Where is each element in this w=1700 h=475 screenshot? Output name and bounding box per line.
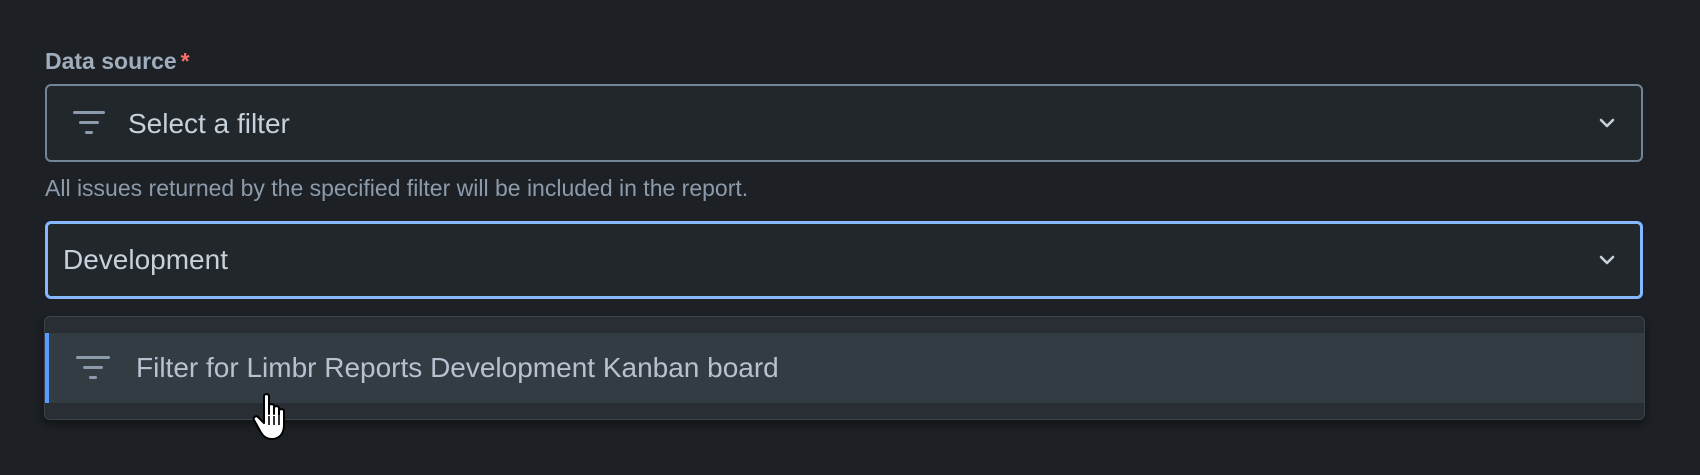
data-source-label-text: Data source bbox=[45, 48, 177, 74]
helper-text: All issues returned by the specified fil… bbox=[45, 175, 749, 201]
dropdown-option-label: Filter for Limbr Reports Development Kan… bbox=[136, 352, 779, 383]
chevron-down-icon[interactable] bbox=[1599, 116, 1615, 134]
chevron-down-icon[interactable] bbox=[1599, 253, 1615, 271]
filter-icon bbox=[73, 110, 105, 141]
data-source-label: Data source * bbox=[45, 46, 190, 76]
filter-select-placeholder: Select a filter bbox=[128, 108, 290, 139]
hand-pointer-cursor-icon bbox=[252, 392, 298, 449]
filter-select[interactable]: Select a filter bbox=[45, 84, 1643, 162]
filter-icon bbox=[76, 355, 110, 386]
filter-search-input[interactable] bbox=[63, 242, 1463, 278]
required-marker: * bbox=[180, 48, 190, 74]
filter-search-field[interactable] bbox=[45, 221, 1643, 299]
